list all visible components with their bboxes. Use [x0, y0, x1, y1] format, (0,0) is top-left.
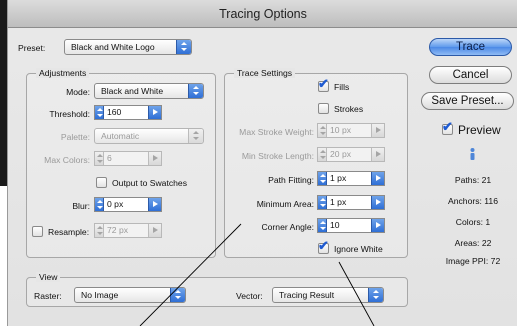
callout-line-ignore-white [338, 261, 375, 326]
callout-line-minimum-area [139, 223, 242, 326]
callout-lines [139, 223, 375, 326]
